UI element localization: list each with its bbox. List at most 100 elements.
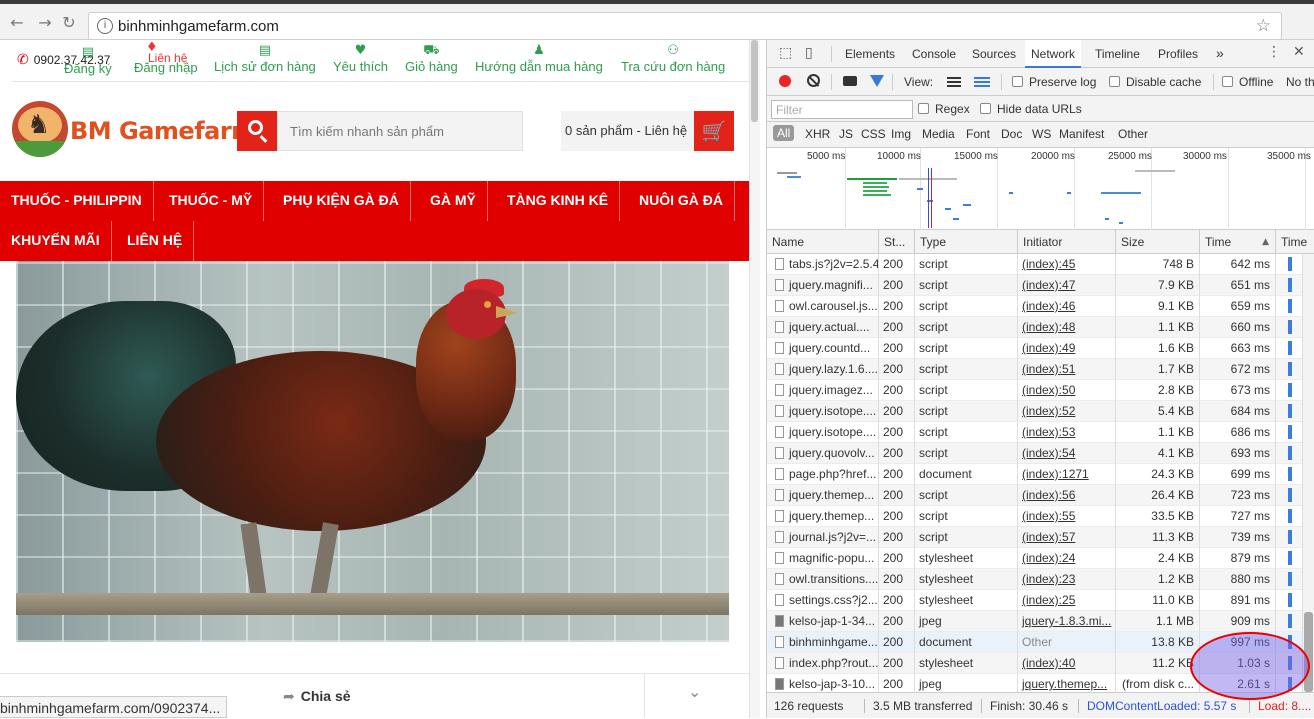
hero-rooster-image[interactable] [16,261,729,642]
more-tabs-button[interactable]: » [1216,45,1224,61]
column-header-name[interactable]: Name [767,230,879,254]
table-row[interactable]: page.php?href... 200 document (index):1271 2… [767,464,1314,485]
table-row[interactable]: jquery.isotope.... 200 script (index):52 5.4… [767,401,1314,422]
top-link-login[interactable]: Đăng nhập [134,60,198,75]
type-filter-doc[interactable]: Doc [1001,127,1022,141]
column-header-timeline[interactable]: Time [1276,230,1314,254]
type-filter-img[interactable]: Img [891,127,911,141]
type-filter-js[interactable]: JS [839,127,853,141]
logo-emblem[interactable]: ♞ [12,101,68,157]
top-link-order-history[interactable]: ▤ Lịch sử đơn hàng [214,43,316,74]
table-row[interactable]: settings.css?j2... 200 stylesheet (index):2… [767,590,1314,611]
cell-initiator[interactable]: (index):57 [1018,527,1116,548]
forward-icon[interactable]: → [36,14,54,32]
offline-label[interactable]: Offline [1239,75,1273,89]
tab-elements[interactable]: Elements [845,47,895,61]
cell-name[interactable]: settings.css?j2... [767,590,879,611]
disable-cache-label[interactable]: Disable cache [1126,75,1201,89]
cell-name[interactable]: jquery.imagez... [767,380,879,401]
preserve-log-label[interactable]: Preserve log [1029,75,1096,89]
offline-checkbox[interactable] [1222,76,1233,87]
menu-item-thuoc-philippin[interactable]: THUỐC - PHILIPPIN [0,181,154,221]
cell-name[interactable]: index.php?rout... [767,653,879,674]
regex-label[interactable]: Regex [935,102,970,116]
cell-name[interactable]: tabs.js?j2v=2.5.4 [767,254,879,275]
clear-icon[interactable] [807,74,820,87]
filter-icon[interactable] [870,75,884,87]
filter-input[interactable]: Filter [771,100,913,119]
reload-icon[interactable]: ↻ [60,14,78,32]
kebab-menu-icon[interactable]: ⋮ [1267,44,1281,60]
address-bar[interactable]: i binhminhgamefarm.com ☆ [88,12,1282,40]
type-filter-media[interactable]: Media [922,127,955,141]
column-header-time[interactable]: Time ▲ [1200,230,1276,254]
cell-name[interactable]: kelso-jap-3-10... [767,674,879,692]
cell-initiator[interactable]: (index):52 [1018,401,1116,422]
menu-item-ga-my[interactable]: GÀ MỸ [419,181,488,221]
cart-summary-text[interactable]: 0 sản phẩm - Liên hệ [565,123,687,138]
address-url[interactable]: binhminhgamefarm.com [118,18,279,35]
cart-summary[interactable]: 0 sản phẩm - Liên hệ 🛒 [561,111,734,151]
large-rows-icon[interactable] [947,76,961,87]
table-row[interactable]: magnific-popu... 200 stylesheet (index):24 2… [767,548,1314,569]
page-scrollbar-thumb[interactable] [751,40,758,122]
preserve-log-checkbox[interactable] [1012,76,1023,87]
cell-initiator[interactable]: jquery-1.8.3.mi... [1018,611,1116,632]
type-filter-css[interactable]: CSS [861,127,886,141]
cell-name[interactable]: kelso-jap-1-34... [767,611,879,632]
cell-name[interactable]: owl.carousel.js... [767,296,879,317]
inspect-element-icon[interactable]: ⬚ [779,45,792,61]
table-row[interactable]: tabs.js?j2v=2.5.4 200 script (index):45 748 … [767,254,1314,275]
table-row[interactable]: jquery.isotope.... 200 script (index):53 1.1… [767,422,1314,443]
table-row[interactable]: jquery.magnifi... 200 script (index):47 7.9 … [767,275,1314,296]
table-row[interactable]: owl.carousel.js... 200 script (index):46 9.1… [767,296,1314,317]
close-icon[interactable]: ✕ [1293,44,1305,60]
table-row[interactable]: jquery.themep... 200 script (index):56 26.4 … [767,485,1314,506]
tab-timeline[interactable]: Timeline [1095,47,1140,61]
cell-initiator[interactable]: (index):50 [1018,380,1116,401]
column-header-type[interactable]: Type [915,230,1018,254]
cell-initiator[interactable]: (index):24 [1018,548,1116,569]
cell-name[interactable]: jquery.actual.... [767,317,879,338]
table-row[interactable]: jquery.actual.... 200 script (index):48 1.1 … [767,317,1314,338]
cell-initiator[interactable]: (index):51 [1018,359,1116,380]
overview-icon[interactable] [974,76,990,87]
type-filter-all[interactable]: All [773,125,795,141]
tab-profiles[interactable]: Profiles [1158,47,1198,61]
menu-item-khuyen-mai[interactable]: KHUYẾN MÃI [0,221,112,261]
bookmark-star-icon[interactable]: ☆ [1256,16,1271,36]
hide-data-urls-label[interactable]: Hide data URLs [997,102,1082,116]
type-filter-ws[interactable]: WS [1032,127,1051,141]
column-header-size[interactable]: Size [1116,230,1200,254]
cell-initiator[interactable]: (index):47 [1018,275,1116,296]
top-link-register[interactable]: ▤ Đăng ký [64,45,112,76]
hide-data-urls-checkbox[interactable] [980,103,991,114]
cell-initiator[interactable]: jquery.themep... [1018,674,1116,692]
table-row[interactable]: owl.transitions.... 200 stylesheet (index):… [767,569,1314,590]
table-row[interactable]: jquery.lazy.1.6.... 200 script (index):51 1.… [767,359,1314,380]
column-header-initiator[interactable]: Initiator [1018,230,1116,254]
device-mode-icon[interactable]: ▯ [805,45,813,61]
cell-initiator[interactable]: Other [1018,632,1116,653]
menu-item-thuoc-my[interactable]: THUỐC - MỸ [158,181,265,221]
top-link-cart[interactable]: ⛟ Giỏ hàng [405,43,458,74]
chevron-down-icon[interactable]: ⌄ [688,682,701,701]
cell-name[interactable]: jquery.themep... [767,485,879,506]
type-filter-manifest[interactable]: Manifest [1059,127,1104,141]
cell-name[interactable]: jquery.themep... [767,506,879,527]
cell-name[interactable]: jquery.lazy.1.6.... [767,359,879,380]
table-row[interactable]: jquery.themep... 200 script (index):55 33.5 … [767,506,1314,527]
cell-initiator[interactable]: (index):40 [1018,653,1116,674]
cell-initiator[interactable]: (index):46 [1018,296,1116,317]
cell-initiator[interactable]: (index):45 [1018,254,1116,275]
type-filter-font[interactable]: Font [966,127,990,141]
cell-name[interactable]: owl.transitions.... [767,569,879,590]
cell-name[interactable]: jquery.quovolv... [767,443,879,464]
search-button[interactable] [237,111,277,151]
cell-initiator[interactable]: (index):48 [1018,317,1116,338]
search-input[interactable]: Tìm kiếm nhanh sản phẩm [277,111,523,151]
back-icon[interactable]: ← [8,14,26,32]
cell-initiator[interactable]: (index):56 [1018,485,1116,506]
table-row[interactable]: kelso-jap-1-34... 200 jpeg jquery-1.8.3.mi.… [767,611,1314,632]
cell-initiator[interactable]: (index):55 [1018,506,1116,527]
